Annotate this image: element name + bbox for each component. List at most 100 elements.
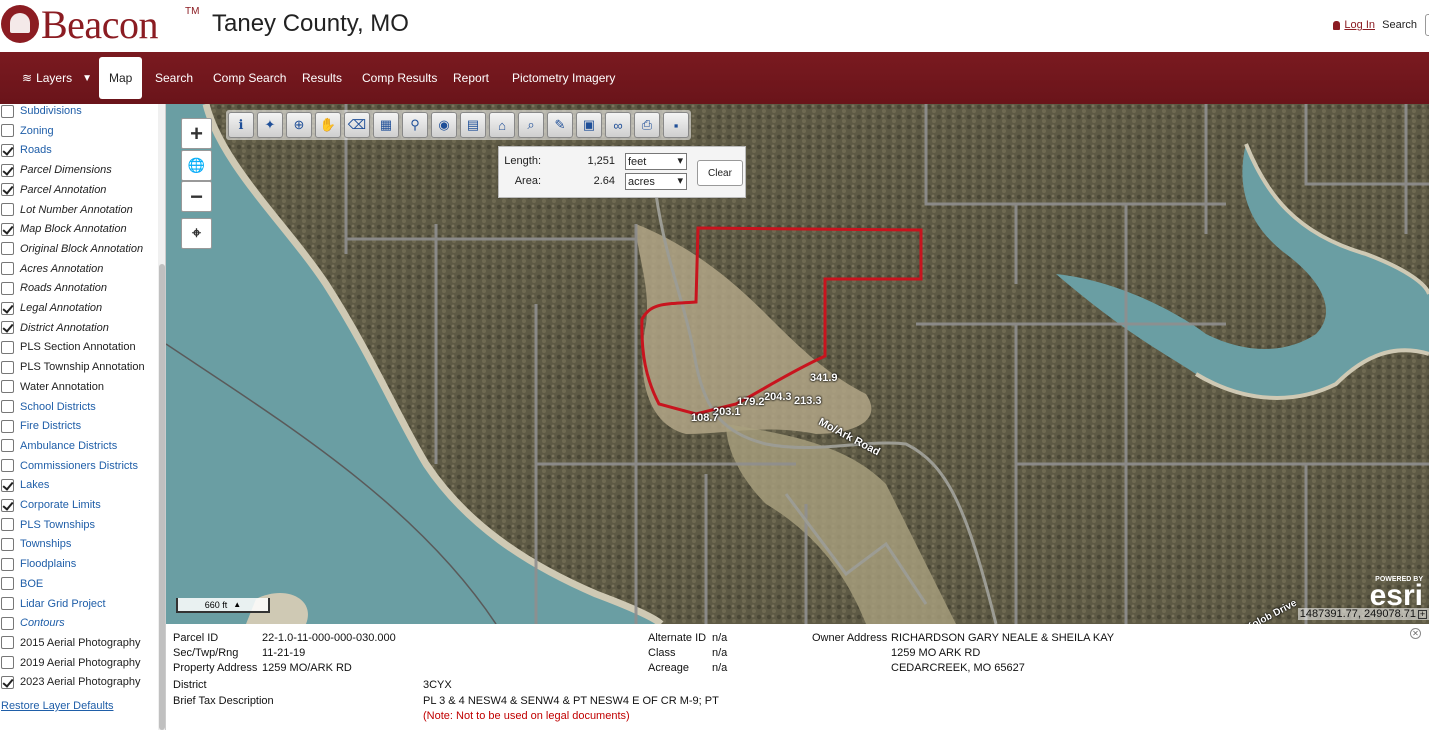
layer-checkbox[interactable] [1, 419, 14, 433]
tab-report[interactable]: Report [453, 52, 489, 104]
zoom-out-button[interactable]: − [181, 181, 212, 212]
layer-checkbox[interactable] [1, 203, 14, 216]
layer-checkbox[interactable] [1, 124, 14, 138]
layer-item[interactable]: PLS Section Annotation [0, 337, 136, 357]
layer-item[interactable]: 2023 Aerial Photography [0, 672, 140, 692]
locate-button[interactable]: ⌖ [181, 218, 212, 249]
layer-checkbox[interactable] [1, 321, 14, 335]
layer-checkbox[interactable] [1, 301, 14, 315]
photo-tool-button[interactable]: ◉ [431, 112, 457, 138]
print-preview-tool-button[interactable]: ▣ [576, 112, 602, 138]
layers-map-tool-button[interactable]: ▤ [460, 112, 486, 138]
layer-item[interactable]: PLS Township Annotation [0, 357, 145, 377]
layer-item[interactable]: Parcel Annotation [0, 180, 106, 200]
layer-checkbox[interactable] [1, 163, 14, 177]
layer-checkbox[interactable] [1, 478, 14, 492]
length-unit-select[interactable]: feet [625, 153, 687, 170]
layer-item[interactable]: Townships [0, 534, 71, 554]
binoculars-tool-button[interactable]: ∞ [605, 112, 631, 138]
pencil-tool-button[interactable]: ✎ [547, 112, 573, 138]
layer-item[interactable]: Ambulance Districts [0, 436, 117, 456]
layer-item[interactable]: School Districts [0, 397, 96, 417]
tab-pictometry-imagery[interactable]: Pictometry Imagery [512, 52, 615, 104]
info-tool-button[interactable]: ℹ [228, 112, 254, 138]
tab-comp-results[interactable]: Comp Results [362, 52, 437, 104]
layer-checkbox[interactable] [1, 537, 14, 551]
restore-layer-defaults-link[interactable]: Restore Layer Defaults [1, 700, 114, 712]
tab-map[interactable]: Map [99, 57, 143, 99]
layer-item[interactable]: 2019 Aerial Photography [0, 653, 140, 673]
layer-item[interactable]: Water Annotation [0, 377, 104, 397]
layer-item[interactable]: Contours [0, 613, 65, 633]
layer-item[interactable]: Map Block Annotation [0, 219, 127, 239]
identify-tool-button[interactable]: ✦ [257, 112, 283, 138]
layer-checkbox[interactable] [1, 183, 14, 197]
layer-checkbox[interactable] [1, 459, 14, 473]
layer-checkbox[interactable] [1, 577, 14, 591]
layer-checkbox[interactable] [1, 656, 14, 670]
layer-checkbox[interactable] [1, 360, 14, 374]
close-icon[interactable]: ✕ [1410, 628, 1421, 639]
layer-checkbox[interactable] [1, 439, 14, 453]
layer-checkbox[interactable] [1, 340, 14, 354]
scrollbar-thumb[interactable] [159, 264, 165, 730]
layer-item[interactable]: Legal Annotation [0, 298, 102, 318]
layers-menu[interactable]: ≋ Layers ▼ [22, 52, 92, 104]
layer-checkbox[interactable] [1, 597, 14, 610]
layer-item[interactable]: Subdivisions [0, 104, 82, 121]
beacon-logo[interactable]: Beacon [0, 2, 158, 47]
layer-checkbox[interactable] [1, 104, 14, 118]
triangle-up-icon[interactable]: ▲ [233, 600, 241, 609]
layer-item[interactable]: Floodplains [0, 554, 76, 574]
pin-tool-button[interactable]: ⚲ [402, 112, 428, 138]
tab-results[interactable]: Results [302, 52, 342, 104]
layer-checkbox[interactable] [1, 498, 14, 512]
layer-item[interactable]: Commissioners Districts [0, 456, 138, 476]
layer-item[interactable]: Roads Annotation [0, 278, 107, 298]
layer-item[interactable]: Roads [0, 140, 52, 160]
layer-checkbox[interactable] [1, 242, 14, 256]
layer-item[interactable]: Parcel Dimensions [0, 160, 112, 180]
clear-button[interactable]: Clear [697, 160, 743, 186]
layer-checkbox[interactable] [1, 281, 14, 295]
magnify-tool-button[interactable]: ⌕ [518, 112, 544, 138]
tab-comp-search[interactable]: Comp Search [213, 52, 286, 104]
globe-button[interactable]: 🌐 [181, 150, 212, 181]
layer-item[interactable]: District Annotation [0, 318, 109, 338]
buffer-tool-button[interactable]: ⌂ [489, 112, 515, 138]
layer-checkbox[interactable] [1, 380, 14, 394]
area-unit-select[interactable]: acres [625, 173, 687, 190]
pan-tool-button[interactable]: ✋ [315, 112, 341, 138]
sidebar-scrollbar[interactable] [158, 104, 165, 730]
layer-checkbox[interactable] [1, 557, 14, 571]
layer-checkbox[interactable] [1, 636, 14, 650]
layer-checkbox[interactable] [1, 675, 14, 689]
layer-item[interactable]: Acres Annotation [0, 259, 103, 279]
layer-checkbox[interactable] [1, 400, 14, 413]
layer-item[interactable]: Corporate Limits [0, 495, 101, 515]
eraser-tool-button[interactable]: ⌫ [344, 112, 370, 138]
layer-item[interactable]: Lidar Grid Project [0, 594, 106, 614]
layer-checkbox[interactable] [1, 616, 14, 630]
save-tool-button[interactable]: ▪ [663, 112, 689, 138]
layer-item[interactable]: BOE [0, 574, 43, 594]
map-view[interactable]: + 🌐 − ⌖ ℹ ✦ ⊕ ✋ ⌫ ▦ ⚲ ◉ ▤ ⌂ ⌕ ✎ ▣ ∞ ⎙ ▪ Length: 1,251 f… [166, 104, 1429, 624]
zoom-in-button[interactable]: + [181, 118, 212, 149]
login-link[interactable]: Log In [1333, 19, 1375, 31]
layer-item[interactable]: PLS Townships [0, 515, 95, 535]
header-search-input[interactable] [1425, 14, 1429, 36]
layer-checkbox[interactable] [1, 262, 14, 276]
layer-item[interactable]: Fire Districts [0, 416, 81, 436]
layer-item[interactable]: 2015 Aerial Photography [0, 633, 140, 653]
layer-checkbox[interactable] [1, 222, 14, 236]
layer-item[interactable]: Lakes [0, 475, 49, 495]
layer-item[interactable]: Zoning [0, 121, 54, 141]
layer-item[interactable]: Original Block Annotation [0, 239, 143, 259]
layer-item[interactable]: Lot Number Annotation [0, 200, 133, 220]
layer-checkbox[interactable] [1, 518, 14, 532]
tab-search[interactable]: Search [155, 52, 193, 104]
coordinate-toggle-icon[interactable]: + [1418, 609, 1427, 619]
print-tool-button[interactable]: ⎙ [634, 112, 660, 138]
select-tool-button[interactable]: ▦ [373, 112, 399, 138]
layer-checkbox[interactable] [1, 143, 14, 157]
